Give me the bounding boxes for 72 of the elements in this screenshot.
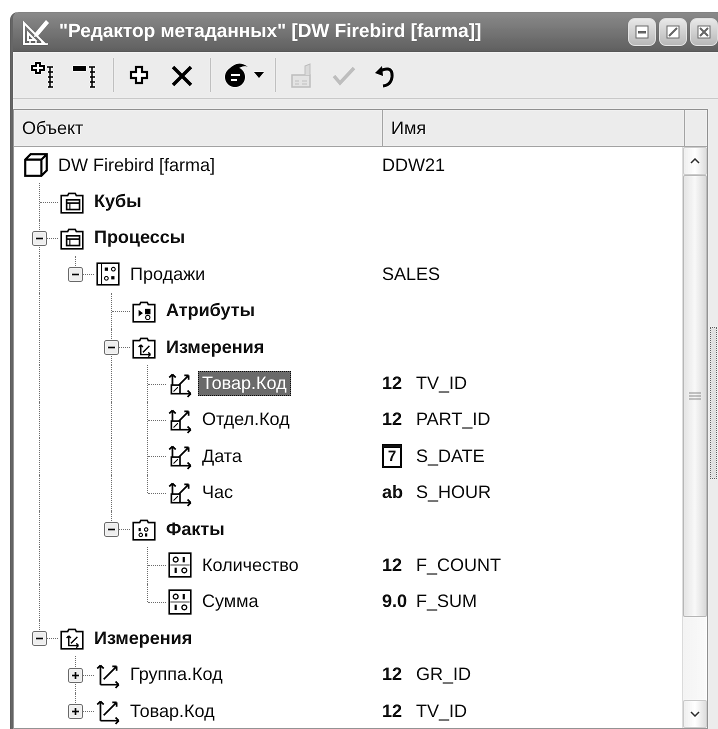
tree-item[interactable]: Процессы [90,225,190,250]
field-name: TV_ID [416,700,468,722]
field-name: GR_ID [416,664,472,686]
chevron-up-icon [690,158,700,164]
tree-item[interactable]: Измерения [90,626,196,651]
window-title: "Редактор метаданных" [DW Firebird [farma]] [59,21,482,43]
splitter-grip[interactable] [710,327,716,479]
type-label: 12 [382,373,404,394]
scrollbar[interactable] [682,147,707,728]
type-label: 12 [382,700,404,722]
tree-item[interactable]: Количество [198,552,303,578]
scroll-down-button[interactable] [683,700,707,728]
collapse-button[interactable] [32,631,47,646]
calendar-icon: 7 [382,444,402,468]
tree-item[interactable]: Дата [198,444,246,469]
caret-icon[interactable] [254,72,264,78]
tree-item[interactable]: Продажи [126,262,210,287]
tree-item[interactable]: Измерения [162,334,268,360]
grid-icon [94,260,122,288]
tree-item[interactable]: Час [198,480,238,506]
minus-icon [68,267,83,282]
binary-icon [166,588,194,616]
maximize-icon [664,23,682,41]
column-header[interactable]: Объект [14,110,383,146]
scroll-up-button[interactable] [683,147,707,175]
field-name: S_DATE [416,446,485,467]
type-label: 12 [382,554,404,576]
minimize-icon [633,23,651,41]
tree-item[interactable]: Отдел.Код [198,407,294,432]
plus-icon [68,668,83,683]
minimize-button[interactable] [628,18,656,46]
collapse-button[interactable] [104,522,119,538]
field-name: S_HOUR [416,482,492,504]
tree-item[interactable]: Сумма [198,589,263,614]
tree-item[interactable]: Факты [162,516,229,542]
tree-item[interactable]: Товар.Код [198,371,291,396]
minus-icon [32,631,47,646]
collapse-button[interactable] [68,267,83,282]
type-label: 9.0 [382,591,408,612]
minus-icon [32,230,47,246]
scroll-thumb[interactable] [683,175,707,617]
ruler-pencil-icon [21,17,51,47]
type-label: ab [382,482,404,504]
expand-button[interactable] [68,668,83,683]
field-name: F_SUM [416,591,478,612]
tree-item[interactable]: Группа.Код [126,662,227,688]
tree-item[interactable]: Атрибуты [162,298,259,324]
close-icon [695,23,713,41]
minus-icon [104,522,119,538]
plus-icon [68,704,83,720]
tree-item[interactable]: Товар.Код [126,698,219,724]
maximize-button[interactable] [659,18,687,46]
field-name: TV_ID [416,373,468,394]
plus-list-icon [28,61,56,89]
type-label: 12 [382,409,404,430]
field-name: DDW21 [382,154,446,176]
cube-icon [22,151,50,180]
column-header[interactable]: Имя [383,110,685,146]
type-label: 12 [382,664,404,686]
field-name: PART_ID [416,409,490,430]
chevron-down-icon [690,711,700,717]
field-name: SALES [382,264,440,285]
tree-item[interactable]: DW Firebird [farma] [54,152,220,178]
field-name: F_COUNT [416,554,501,576]
tree-item[interactable]: Кубы [90,189,146,214]
grip-icon [689,392,701,400]
expand-button[interactable] [68,704,83,720]
minus-icon [104,340,119,356]
collapse-button[interactable] [32,230,47,246]
collapse-button[interactable] [104,340,119,356]
binary-icon [166,551,194,580]
close-button[interactable] [690,18,718,46]
